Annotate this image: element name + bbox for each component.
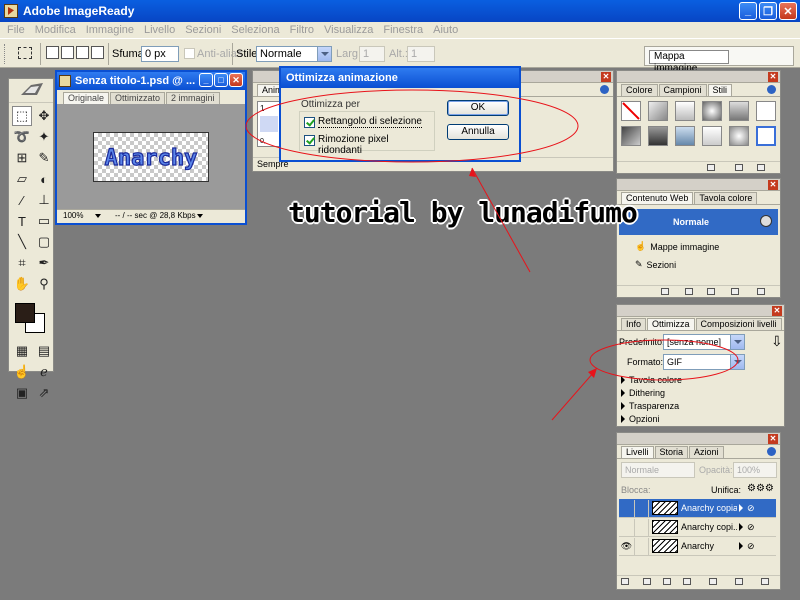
arrow-line (471, 167, 531, 273)
red-annotations (245, 89, 739, 421)
arrow-line (551, 371, 595, 421)
highlight-ellipse-dialog (245, 89, 579, 163)
highlight-ellipse-format (589, 339, 739, 381)
arrow-head (588, 368, 597, 378)
foreground-color-swatch[interactable] (15, 303, 35, 323)
